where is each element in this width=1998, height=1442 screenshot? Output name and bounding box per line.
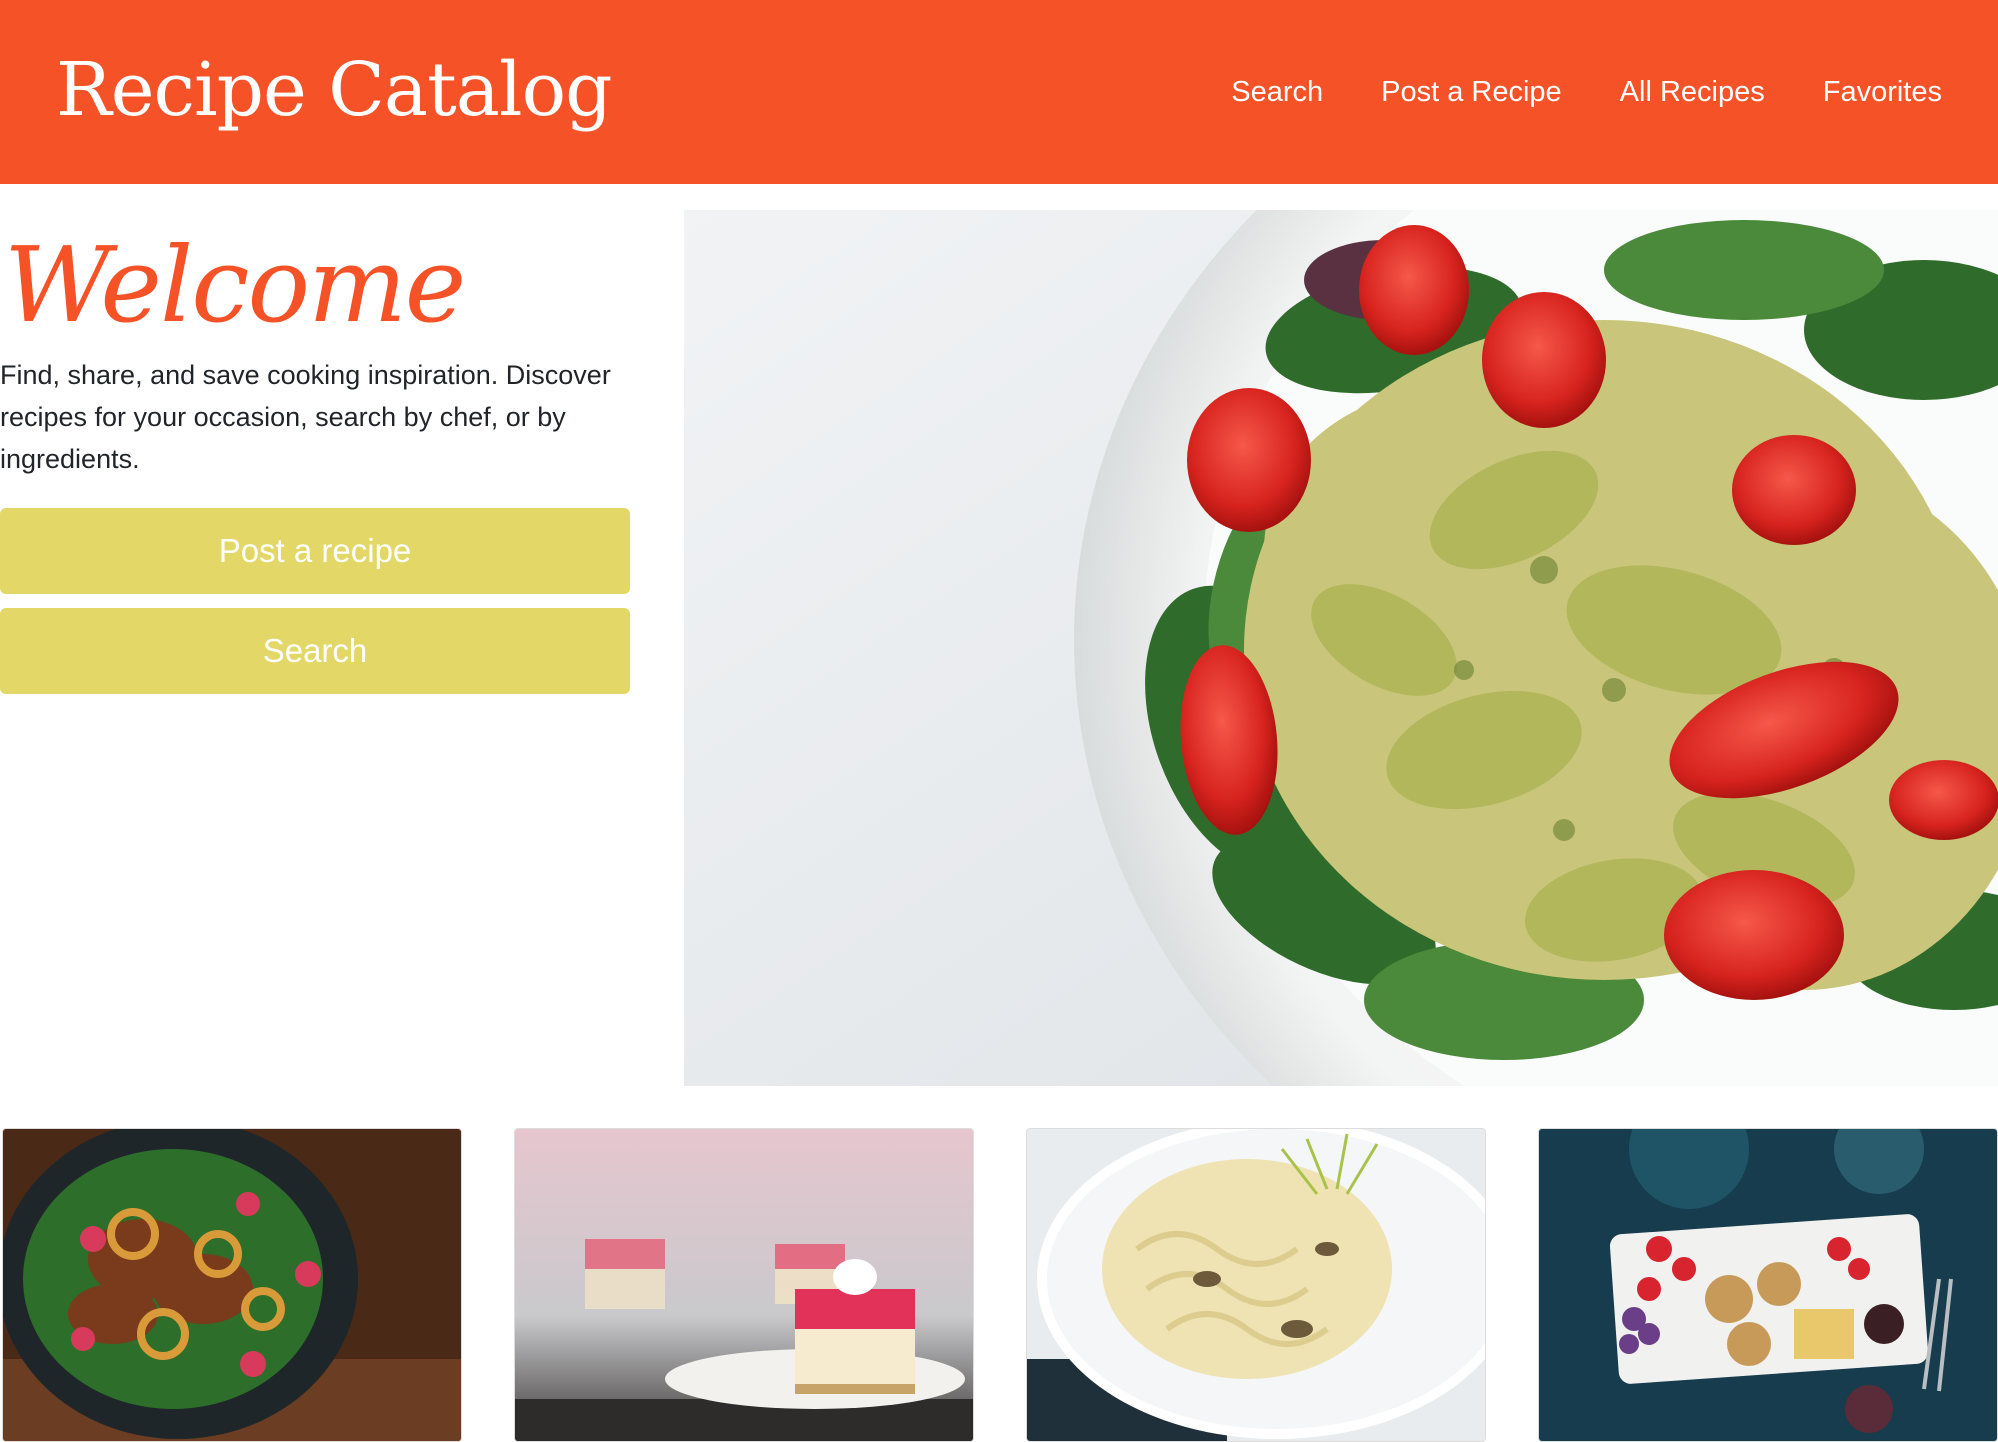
search-button[interactable]: Search (0, 608, 630, 694)
nav-link-favorites[interactable]: Favorites (1823, 68, 1942, 116)
brand-logo[interactable]: Recipe Catalog (56, 40, 612, 140)
recipe-card-3[interactable] (1026, 1128, 1486, 1442)
hero-pasta-image (684, 210, 1998, 1086)
fettuccine-pasta-image (1027, 1129, 1485, 1441)
nav-link-search[interactable]: Search (1231, 68, 1323, 116)
recipe-card-1[interactable] (2, 1128, 462, 1442)
raspberry-cheesecake-image (515, 1129, 973, 1441)
recipe-card-2[interactable] (514, 1128, 974, 1442)
salad-with-meat-image (3, 1129, 461, 1441)
intro-text: Find, share, and save cooking inspiratio… (0, 360, 611, 474)
recipe-card-4[interactable] (1538, 1128, 1998, 1442)
nav-link-all-recipes[interactable]: All Recipes (1620, 68, 1765, 116)
post-recipe-button[interactable]: Post a recipe (0, 508, 630, 594)
main-nav: Search Post a Recipe All Recipes Favorit… (1231, 68, 1942, 116)
fruit-cheese-board-image (1539, 1129, 1997, 1441)
nav-link-post-recipe[interactable]: Post a Recipe (1381, 68, 1562, 116)
pasta-salad-illustration (684, 210, 1998, 1086)
welcome-heading: Welcome (4, 224, 466, 346)
top-navbar: Recipe Catalog Search Post a Recipe All … (0, 0, 1998, 184)
